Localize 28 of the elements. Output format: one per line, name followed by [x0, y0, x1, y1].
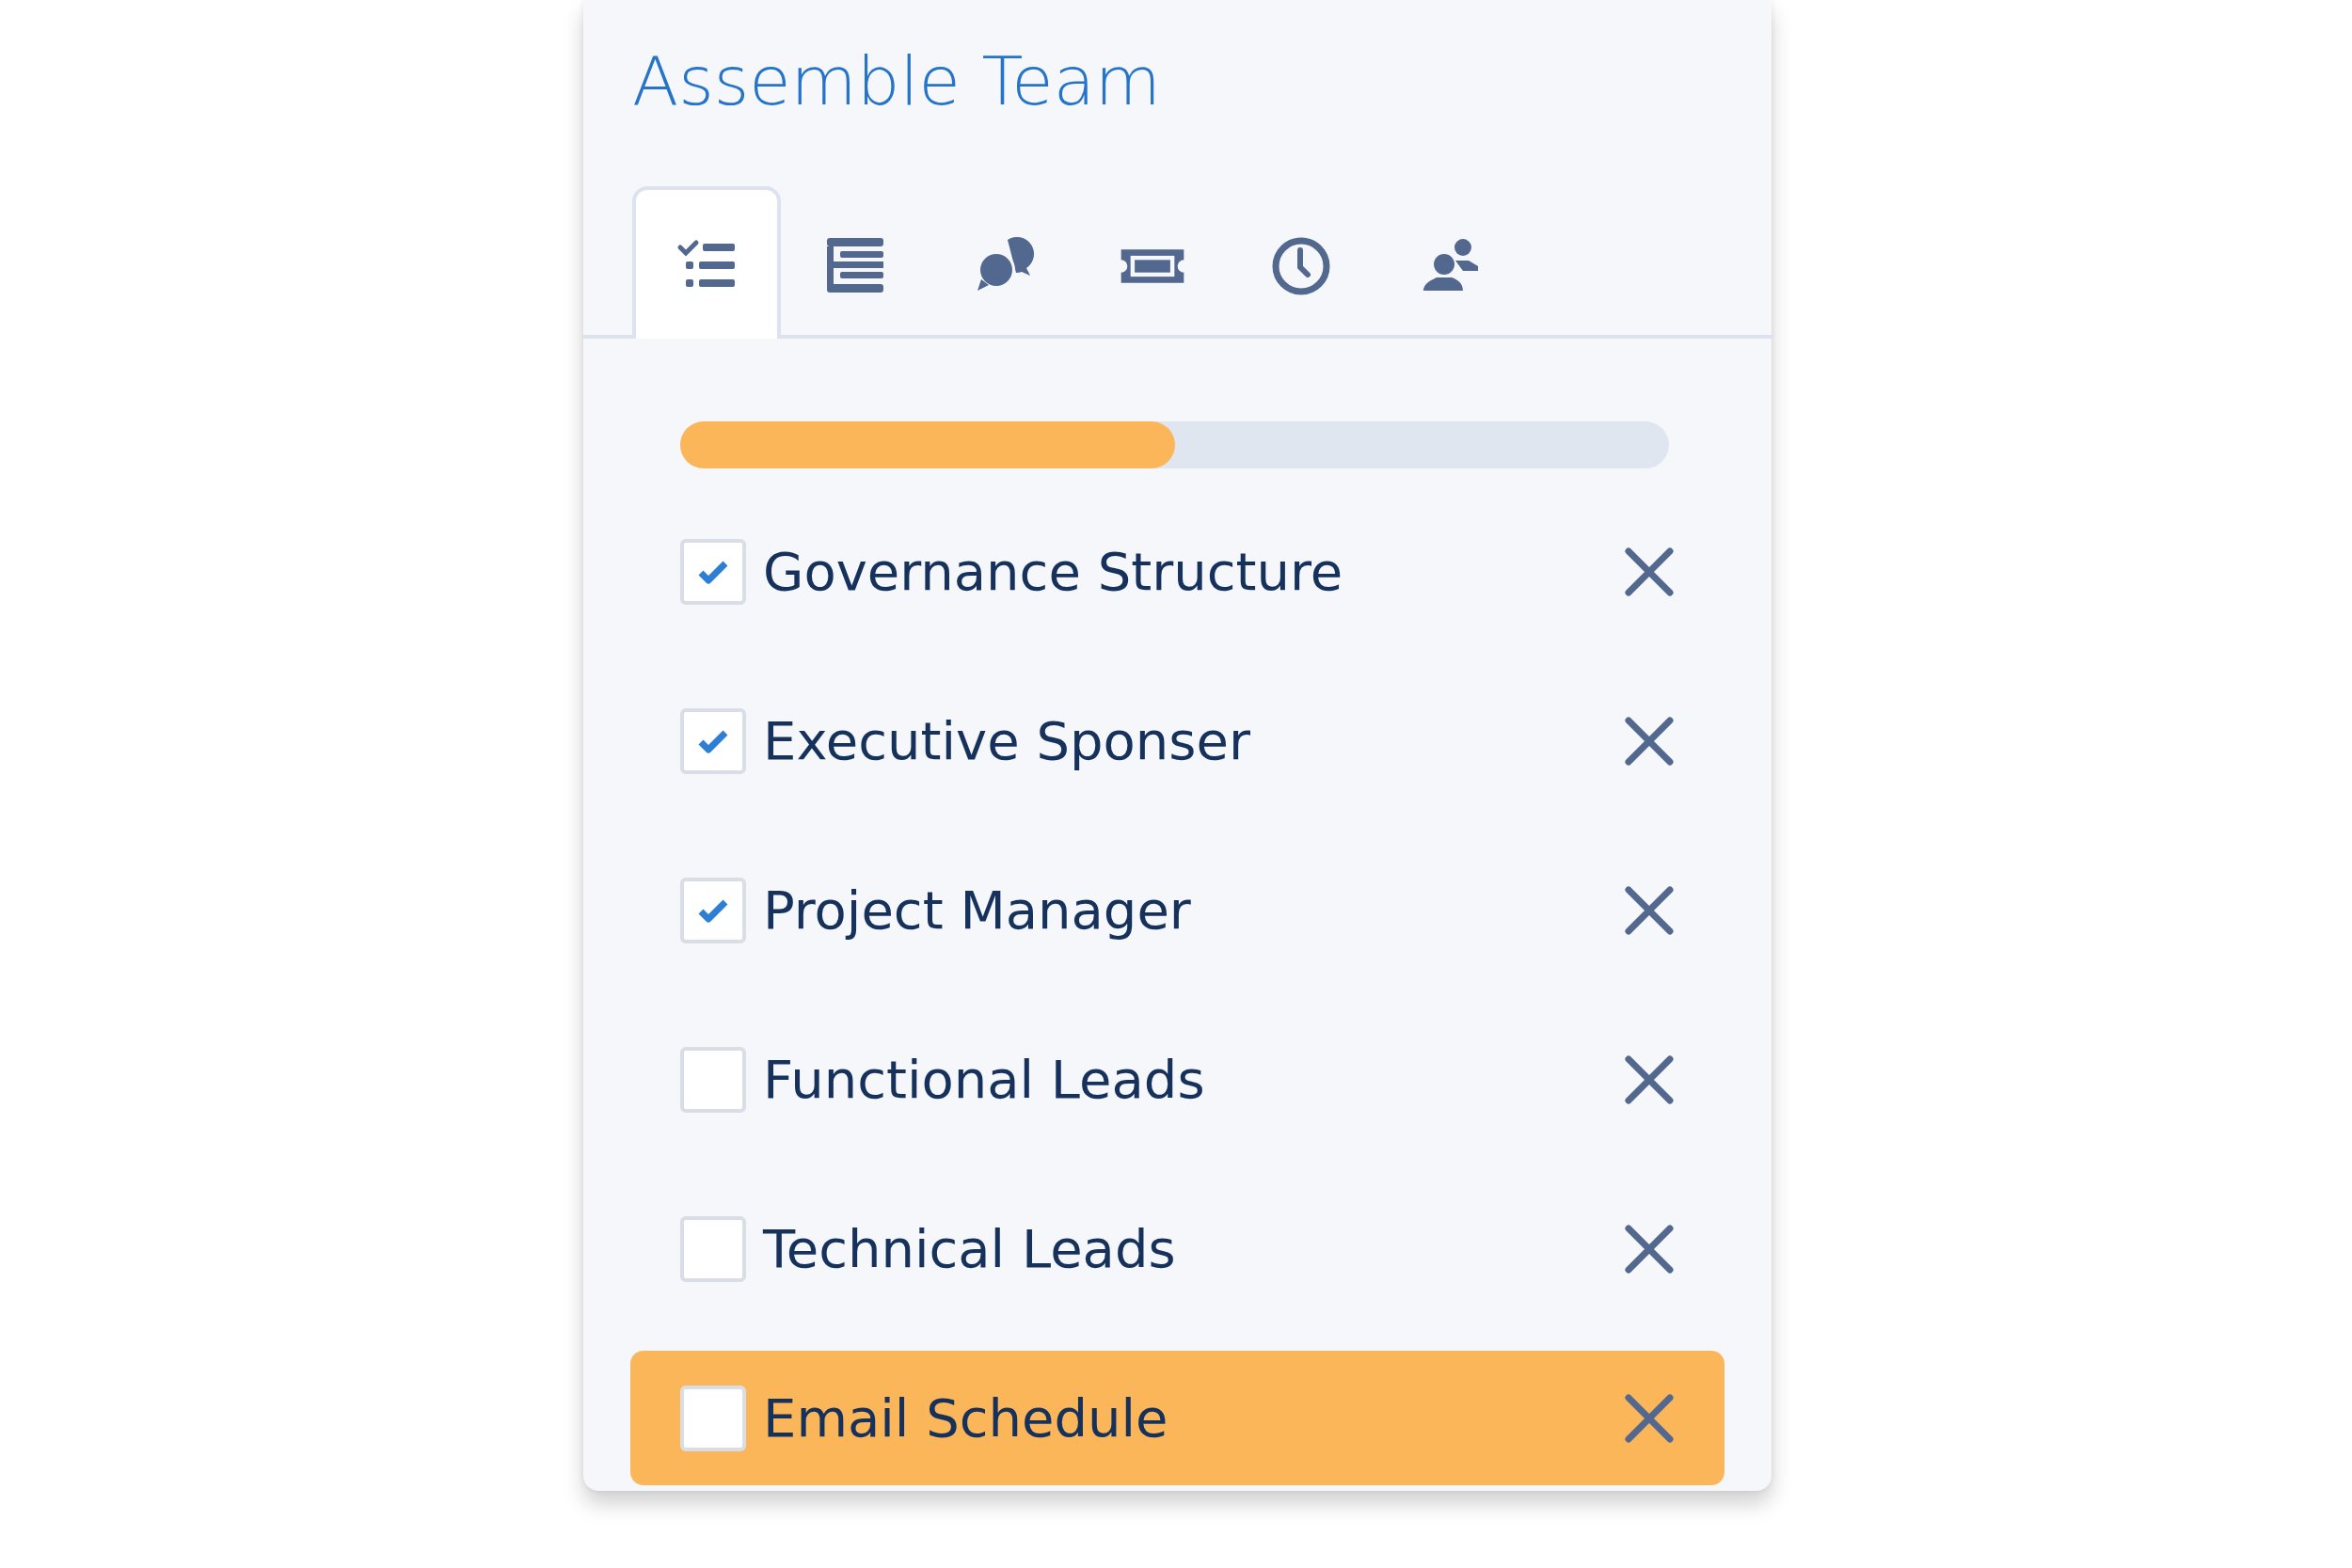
item-label: Email Schedule [763, 1386, 1169, 1450]
item-label: Project Manager [763, 879, 1192, 942]
close-icon [1623, 1223, 1676, 1275]
close-icon [1623, 715, 1676, 768]
checkbox[interactable] [680, 1385, 746, 1451]
panel-title: Assemble Team [631, 40, 1162, 122]
checkbox[interactable] [680, 539, 746, 605]
item-label: Governance Structure [763, 540, 1344, 604]
checkbox[interactable] [680, 878, 746, 943]
item-label: Executive Sponser [763, 709, 1251, 773]
checkbox[interactable] [680, 1047, 746, 1113]
remove-button[interactable] [1623, 715, 1676, 768]
close-icon [1623, 884, 1676, 937]
remove-button[interactable] [1623, 1391, 1676, 1445]
checkbox[interactable] [680, 1216, 746, 1282]
remove-button[interactable] [1623, 884, 1676, 937]
close-icon [1623, 546, 1676, 598]
close-icon [1623, 1391, 1676, 1445]
tab[interactable] [632, 186, 781, 339]
remove-button[interactable] [1623, 546, 1676, 598]
remove-button[interactable] [1623, 1053, 1676, 1106]
checkbox[interactable] [680, 708, 746, 774]
remove-button[interactable] [1623, 1223, 1676, 1275]
close-icon [1623, 1053, 1676, 1106]
item-label: Technical Leads [763, 1217, 1177, 1281]
item-label: Functional Leads [763, 1048, 1206, 1112]
highlighted-row[interactable]: Email Schedule [630, 1351, 1724, 1485]
ticket-icon [1119, 247, 1186, 285]
